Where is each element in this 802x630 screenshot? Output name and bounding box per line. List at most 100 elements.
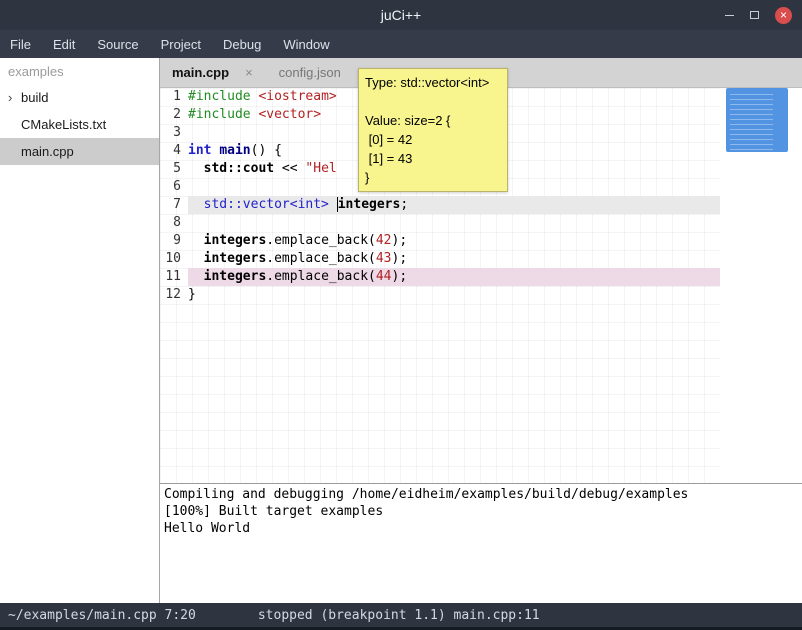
window-controls: × [725, 0, 792, 30]
code-token: "Hel [305, 161, 336, 176]
terminal-line: [100%] Built target examples [164, 503, 798, 520]
restore-button[interactable] [750, 11, 759, 19]
tooltip-line: Type: std::vector<int> [365, 73, 501, 92]
terminal-line: Compiling and debugging /home/eidheim/ex… [164, 486, 798, 503]
status-bar: ~/examples/main.cpp 7:20 stopped (breakp… [0, 603, 802, 630]
minimize-button[interactable] [725, 15, 734, 16]
source-map-viewport[interactable] [726, 88, 788, 152]
menu-bar: FileEditSourceProjectDebugWindow [0, 30, 802, 58]
sidebar-item-label: main.cpp [21, 144, 74, 159]
sidebar-item-cmakelists-txt[interactable]: CMakeLists.txt [0, 111, 159, 138]
code-token: 44 [376, 269, 392, 284]
code-line-text: integers.emplace_back(44); [188, 268, 720, 286]
code-token: integers [204, 233, 267, 248]
code-token: 42 [376, 233, 392, 248]
status-debug-state: stopped (breakpoint 1.1) main.cpp:11 [258, 608, 540, 623]
line-number: 1 [160, 88, 188, 106]
tooltip-line: [1] = 43 [365, 149, 501, 168]
line-number: 3 [160, 124, 188, 142]
code-line-12[interactable]: 12} [160, 286, 720, 304]
code-line-text: std::vector<int> integers; [188, 196, 720, 214]
code-token: integers [338, 197, 401, 212]
line-number: 4 [160, 142, 188, 160]
file-tree-panel: examples ›build CMakeLists.txt main.cpp [0, 58, 160, 603]
menu-debug[interactable]: Debug [212, 37, 272, 52]
code-line-text: } [188, 286, 720, 304]
close-button[interactable]: × [775, 7, 792, 24]
tab-config-json[interactable]: config.json× [279, 65, 365, 80]
tab-main-cpp[interactable]: main.cpp × [172, 65, 253, 80]
sidebar-item-label: build [21, 90, 48, 105]
editor-panel: main.cpp × config.json× 1#include <iostrea… [160, 58, 802, 603]
code-token: #include [188, 89, 251, 104]
menu-project[interactable]: Project [150, 37, 212, 52]
code-token: } [188, 287, 196, 302]
menu-edit[interactable]: Edit [42, 37, 86, 52]
code-token: .emplace_back( [266, 251, 376, 266]
project-name: examples [0, 58, 159, 84]
code-line-7[interactable]: 7 std::vector<int> integers; [160, 196, 720, 214]
tab-close-icon[interactable]: × [245, 65, 253, 80]
code-token [188, 251, 204, 266]
line-number: 11 [160, 268, 188, 286]
code-token [188, 197, 204, 212]
sidebar-item-build[interactable]: ›build [0, 84, 159, 111]
tooltip-line: [0] = 42 [365, 130, 501, 149]
code-line-text: integers.emplace_back(43); [188, 250, 720, 268]
line-number: 6 [160, 178, 188, 196]
title-bar: juCi++ × [0, 0, 802, 30]
code-token [188, 233, 204, 248]
code-token: .emplace_back( [266, 269, 376, 284]
code-token: ); [392, 251, 408, 266]
code-token: std::cout [204, 161, 274, 176]
code-token: ); [392, 233, 408, 248]
sidebar-item-main-cpp[interactable]: main.cpp [0, 138, 159, 165]
code-token: () { [251, 143, 282, 158]
line-number: 12 [160, 286, 188, 304]
code-token: <iostream> [258, 89, 336, 104]
code-token: ; [400, 197, 408, 212]
menu-window[interactable]: Window [272, 37, 340, 52]
minimize-icon [725, 15, 734, 16]
line-number: 5 [160, 160, 188, 178]
code-token: <vector> [258, 107, 321, 122]
code-line-10[interactable]: 10 integers.emplace_back(43); [160, 250, 720, 268]
menu-source[interactable]: Source [86, 37, 149, 52]
source-map[interactable] [720, 88, 802, 483]
tooltip-line [365, 92, 501, 111]
terminal-output: Compiling and debugging /home/eidheim/ex… [160, 484, 802, 603]
line-number: 7 [160, 196, 188, 214]
code-line-8[interactable]: 8 [160, 214, 720, 232]
code-token [329, 197, 337, 212]
code-token: int [188, 143, 211, 158]
debug-value-tooltip: Type: std::vector<int>Value: size=2 { [0… [358, 68, 508, 192]
chevron-right-icon[interactable]: › [8, 90, 21, 105]
sidebar-item-label: CMakeLists.txt [21, 117, 106, 132]
code-token: integers [204, 269, 267, 284]
code-token: .emplace_back( [266, 233, 376, 248]
tab-label: main.cpp [172, 65, 229, 80]
code-token: std::vector<int> [204, 197, 329, 212]
code-token: #include [188, 107, 251, 122]
line-number: 8 [160, 214, 188, 232]
window-title: juCi++ [381, 7, 421, 23]
line-number: 2 [160, 106, 188, 124]
code-token [188, 161, 204, 176]
menu-file[interactable]: File [10, 37, 42, 52]
code-token: ); [392, 269, 408, 284]
tab-label: config.json [279, 65, 341, 80]
status-file-position: ~/examples/main.cpp 7:20 [8, 608, 196, 623]
tooltip-line: Value: size=2 { [365, 111, 501, 130]
file-tree: ›build CMakeLists.txt main.cpp [0, 84, 159, 165]
app-window: juCi++ × FileEditSourceProjectDebugWindo… [0, 0, 802, 630]
line-number: 9 [160, 232, 188, 250]
code-line-9[interactable]: 9 integers.emplace_back(42); [160, 232, 720, 250]
code-token: << [274, 161, 305, 176]
code-line-text [188, 214, 720, 232]
code-token: integers [204, 251, 267, 266]
main-area: examples ›build CMakeLists.txt main.cpp ma… [0, 58, 802, 603]
code-token: 43 [376, 251, 392, 266]
code-line-11[interactable]: 11 integers.emplace_back(44); [160, 268, 720, 286]
code-line-text: integers.emplace_back(42); [188, 232, 720, 250]
terminal-line: Hello World [164, 520, 798, 537]
